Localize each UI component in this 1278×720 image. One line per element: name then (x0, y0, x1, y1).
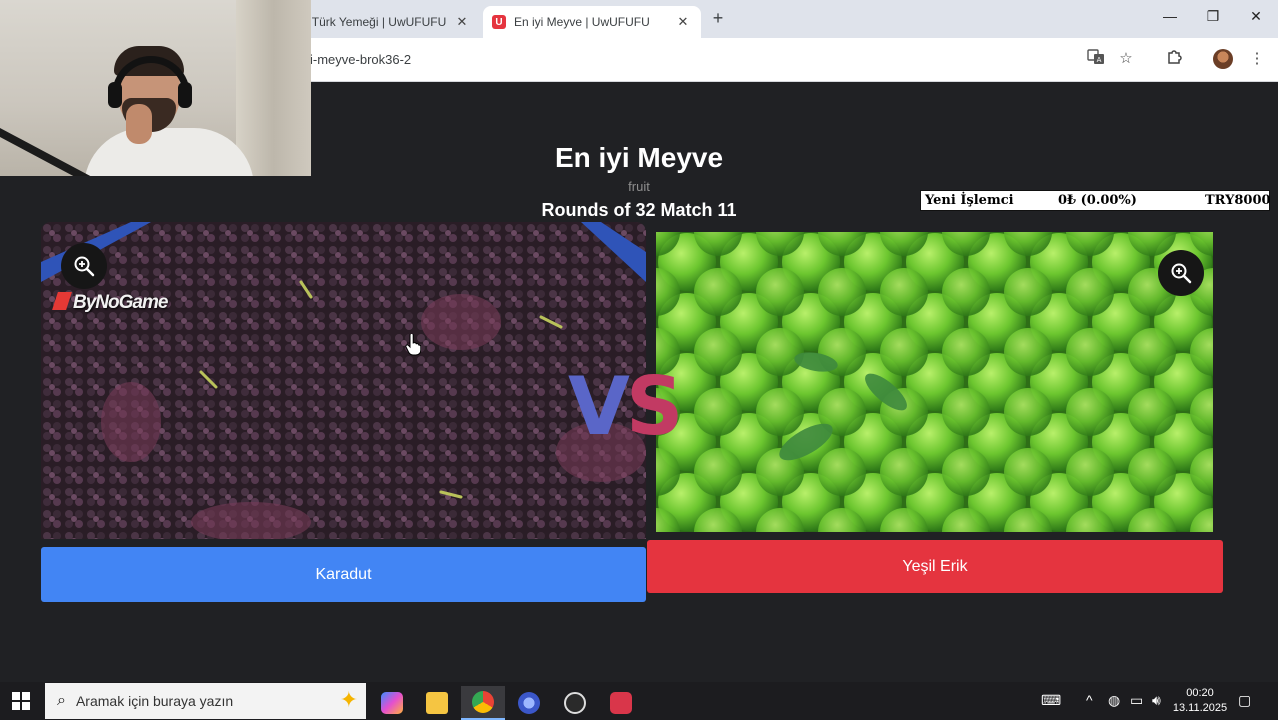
uwufufu-favicon-icon: U (492, 15, 506, 29)
minimize-button[interactable]: — (1155, 8, 1185, 24)
ticker-amount: 0₺ (0.00%) (1058, 193, 1137, 208)
right-choice-image[interactable] (656, 232, 1213, 532)
svg-text:A: A (1097, 56, 1102, 64)
bynogame-watermark: ByNoGame (52, 292, 168, 314)
page-title: En iyi Meyve (554, 142, 724, 173)
windows-start-icon[interactable] (12, 692, 30, 710)
tab-en-iyi-meyve[interactable]: U En iyi Meyve | UwUFUFU ✕ (483, 6, 701, 38)
tab-turk-yemegi[interactable]: i Türk Yemeği | UwUFUFU ✕ (306, 6, 480, 38)
screen: i Türk Yemeği | UwUFUFU ✕ U En iyi Meyve… (0, 0, 1278, 720)
tray-app-icon[interactable]: ◍ (1108, 692, 1120, 709)
ticker-name: Yeni İşlemci (925, 193, 1014, 208)
new-tab-button[interactable]: + (708, 8, 728, 29)
hand-cursor-icon (405, 332, 422, 361)
windows-taskbar: ⌕ Aramak için buraya yazın ✦ ⌨ ^ ◍ ▭ 🔊︎ … (0, 682, 1278, 720)
vs-s: S (625, 360, 684, 453)
url-text[interactable]: i-meyve-brok36-2 (310, 52, 411, 67)
choice-right-button[interactable]: Yeşil Erik (647, 540, 1223, 593)
zoom-left-button[interactable] (61, 243, 107, 289)
bynogame-logo-icon (52, 292, 72, 310)
ticker-code: TRY8000 (1205, 193, 1271, 208)
zoom-right-button[interactable] (1158, 250, 1204, 296)
extensions-icon[interactable] (1163, 48, 1185, 70)
donation-ticker: Yeni İşlemci 0₺ (0.00%) TRY8000 (920, 190, 1271, 211)
vs-v: V (568, 360, 630, 453)
search-placeholder: Aramak için buraya yazın (75, 693, 234, 709)
tab-title: i Türk Yemeği | UwUFUFU (306, 15, 447, 29)
copilot-icon[interactable] (370, 686, 414, 720)
obs-icon[interactable] (553, 686, 597, 720)
network-icon[interactable]: ▭ (1130, 692, 1143, 709)
headset-earcup (108, 82, 122, 108)
volume-icon[interactable]: 🔊︎ (1152, 692, 1161, 709)
chrome-icon[interactable] (461, 686, 505, 720)
taskbar-clock[interactable]: 00:20 13.11.2025 (1172, 686, 1228, 716)
menu-icon[interactable]: ⋮ (1246, 48, 1268, 70)
taskbar-search-box[interactable]: ⌕ Aramak için buraya yazın ✦ (45, 683, 366, 719)
clock-time: 00:20 (1186, 687, 1214, 699)
bookmark-star-icon[interactable]: ☆ (1115, 48, 1137, 70)
app-icon[interactable] (507, 686, 551, 720)
notifications-icon[interactable]: ▢ (1238, 692, 1251, 709)
zoom-in-icon (1171, 263, 1192, 284)
choice-left-button[interactable]: Karadut (41, 547, 646, 602)
search-icon: ⌕ (57, 692, 66, 709)
zoom-in-icon (74, 256, 95, 277)
tab-title: En iyi Meyve | UwUFUFU (514, 15, 650, 29)
chevron-up-icon[interactable]: ^ (1086, 692, 1093, 708)
restore-button[interactable]: ❐ (1198, 8, 1228, 25)
file-explorer-icon[interactable] (415, 686, 459, 720)
webcam-person-hand (126, 104, 152, 144)
vs-label: VS (568, 360, 684, 453)
sparkle-icon: ✦ (339, 687, 358, 712)
headset-earcup (178, 82, 192, 108)
profile-avatar[interactable] (1213, 49, 1233, 69)
watermark-text: ByNoGame (73, 292, 168, 313)
keyboard-icon[interactable]: ⌨ (1041, 692, 1061, 709)
tab-close-icon[interactable]: ✕ (452, 14, 472, 30)
close-window-button[interactable]: ✕ (1241, 8, 1271, 25)
left-choice-image[interactable] (41, 222, 646, 539)
clock-date: 13.11.2025 (1172, 702, 1228, 714)
translate-icon[interactable]: A (1085, 48, 1107, 70)
tab-close-icon[interactable]: ✕ (673, 14, 693, 30)
bynogame-icon[interactable] (599, 686, 643, 720)
